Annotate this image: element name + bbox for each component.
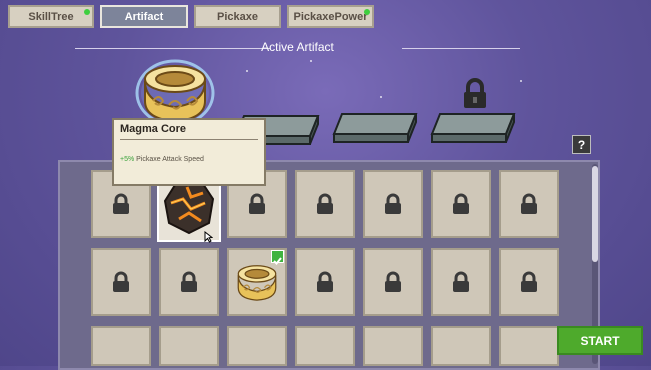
artifact-cell-partial[interactable]: [159, 326, 219, 366]
artifact-cell-locked[interactable]: [431, 248, 491, 316]
artifact-cell-locked[interactable]: [499, 248, 559, 316]
equipped-check-icon: [271, 250, 284, 265]
artifact-cell-locked[interactable]: [499, 170, 559, 238]
lock-icon: [521, 193, 537, 214]
title-divider-right: [402, 48, 520, 49]
sparkle: [520, 80, 522, 82]
lock-icon: [317, 271, 333, 292]
lock-icon: [385, 271, 401, 292]
artifact-tooltip: Magma Core +5% Pickaxe Attack Speed: [112, 118, 266, 186]
artifact-cell-locked[interactable]: [431, 170, 491, 238]
artifact-cell-partial[interactable]: [431, 326, 491, 366]
tab-pickaxe-label: Pickaxe: [217, 10, 258, 23]
lock-icon: [181, 271, 197, 292]
tab-pickaxepower[interactable]: PickaxePower: [287, 5, 374, 28]
artifact-cell-locked[interactable]: [295, 248, 355, 316]
artifact-cell-locked[interactable]: [159, 248, 219, 316]
tooltip-effect-text: Pickaxe Attack Speed: [136, 156, 204, 163]
tab-skilltree[interactable]: SkillTree: [8, 5, 94, 28]
sparkle: [310, 60, 312, 62]
lock-icon: [521, 271, 537, 292]
tab-pickaxepower-label: PickaxePower: [293, 10, 368, 23]
cursor-icon: [204, 231, 213, 243]
start-button[interactable]: START: [557, 326, 643, 355]
tooltip-bonus: +5%: [120, 156, 135, 163]
golden-ring-icon: [135, 59, 215, 127]
lock-icon: [453, 193, 469, 214]
tab-artifact-label: Artifact: [124, 10, 164, 23]
notification-dot: [364, 9, 370, 15]
artifact-cell-partial[interactable]: [227, 326, 287, 366]
sparkle: [246, 70, 248, 72]
lock-icon: [317, 193, 333, 214]
notification-dot: [84, 9, 90, 15]
artifact-cell-locked[interactable]: [295, 170, 355, 238]
tab-artifact[interactable]: Artifact: [100, 5, 188, 28]
tab-skilltree-label: SkillTree: [28, 10, 74, 23]
active-slot-4[interactable]: [428, 110, 518, 146]
artifact-cell-partial[interactable]: [295, 326, 355, 366]
section-title: Active Artifact: [261, 40, 334, 54]
help-button[interactable]: ?: [572, 135, 591, 154]
artifact-cell-locked[interactable]: [91, 248, 151, 316]
artifact-cell-locked[interactable]: [363, 170, 423, 238]
lock-icon: [453, 271, 469, 292]
artifact-cell-partial[interactable]: [91, 326, 151, 366]
lock-icon: [249, 193, 265, 214]
active-slot-3[interactable]: [330, 110, 420, 146]
scrollbar-thumb[interactable]: [592, 166, 598, 262]
lock-icon: [385, 193, 401, 214]
active-slot-1[interactable]: [135, 57, 215, 127]
lock-icon: [113, 271, 129, 292]
sparkle: [380, 96, 382, 98]
tooltip-effect: +5% Pickaxe Attack Speed: [120, 156, 204, 163]
lock-icon: [464, 78, 486, 108]
lock-icon: [113, 193, 129, 214]
tooltip-title: Magma Core: [120, 123, 187, 135]
tab-pickaxe[interactable]: Pickaxe: [194, 5, 281, 28]
artifact-cell-partial[interactable]: [499, 326, 559, 366]
tooltip-divider: [120, 139, 258, 140]
artifact-cell-locked[interactable]: [363, 248, 423, 316]
artifact-cell-partial[interactable]: [363, 326, 423, 366]
